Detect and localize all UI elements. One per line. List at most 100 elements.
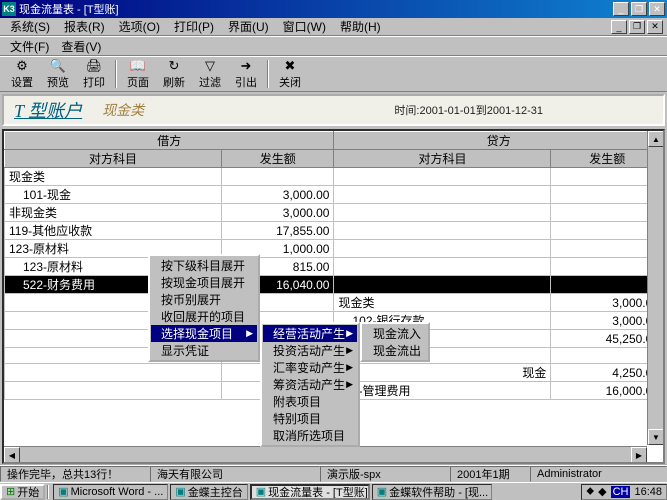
menu-report[interactable]: 报表(R)	[58, 17, 111, 36]
toolbar-刷新[interactable]: ↻刷新	[156, 57, 192, 91]
scroll-right-button[interactable]: ▶	[631, 447, 647, 463]
menu-item[interactable]: 筹资活动产生▶	[263, 376, 357, 393]
toolbar: ⚙设置🔍预览🖨打印📖页面↻刷新▽过滤➜引出✖关闭	[0, 56, 667, 92]
table-cell[interactable]	[5, 382, 222, 400]
page-subtitle: 现金类	[102, 100, 144, 120]
table-cell[interactable]	[334, 186, 551, 204]
menu-print[interactable]: 打印(P)	[168, 17, 220, 36]
关闭-icon: ✖	[280, 58, 300, 74]
system-tray[interactable]: ⬥ ◆ CH 16:48	[581, 484, 667, 500]
status-company: 海天有限公司	[150, 466, 320, 482]
menu-option[interactable]: 选项(O)	[113, 17, 166, 36]
menu-view[interactable]: 查看(V)	[55, 37, 107, 56]
toolbar-页面[interactable]: 📖页面	[120, 57, 156, 91]
status-msg: 操作完毕，总共13行！	[0, 466, 150, 482]
mdi-restore[interactable]: ❐	[629, 20, 645, 34]
submenu-arrow-icon: ▶	[346, 345, 353, 356]
taskbar-task[interactable]: ▣金蝶主控台	[170, 484, 247, 500]
start-label: 开始	[17, 484, 39, 500]
menu-item[interactable]: 按现金项目展开	[151, 274, 257, 291]
close-button[interactable]: ✕	[649, 2, 665, 16]
taskbar-task[interactable]: ▣现金流量表 - [T型账]	[250, 484, 370, 500]
menu-file[interactable]: 文件(F)	[4, 37, 55, 56]
table-cell[interactable]: 现金类	[334, 294, 551, 312]
设置-icon: ⚙	[12, 58, 32, 74]
restore-button[interactable]: ❐	[631, 2, 647, 16]
table-cell[interactable]	[334, 258, 551, 276]
table-cell[interactable]	[221, 168, 334, 186]
task-icon: ▣	[58, 485, 68, 498]
status-version: 演示版-spx	[320, 466, 450, 482]
table-cell[interactable]: 现金类	[5, 168, 222, 186]
task-label: Microsoft Word - ...	[71, 486, 164, 498]
submenu-arrow-icon: ▶	[346, 362, 353, 373]
taskbar: ⊞ 开始 ▣Microsoft Word - ...▣金蝶主控台▣现金流量表 -…	[0, 482, 667, 500]
toolbar-关闭[interactable]: ✖关闭	[272, 57, 308, 91]
task-label: 现金流量表 - [T型账]	[268, 484, 368, 500]
table-cell[interactable]: 101-现金	[5, 186, 222, 204]
toolbar-打印[interactable]: 🖨打印	[76, 57, 112, 91]
menu-item[interactable]: 经营活动产生▶	[263, 325, 357, 342]
menu-item[interactable]: 现金流出	[363, 342, 427, 359]
toolbar-过滤[interactable]: ▽过滤	[192, 57, 228, 91]
context-menu-sub[interactable]: 经营活动产生▶投资活动产生▶汇率变动产生▶筹资活动产生▶附表项目特别项目取消所选…	[260, 322, 360, 447]
table-cell[interactable]: 17,855.00	[221, 222, 334, 240]
menu-item[interactable]: 按下级科目展开	[151, 257, 257, 274]
table-cell[interactable]	[334, 222, 551, 240]
menu-item[interactable]: 收回展开的项目	[151, 308, 257, 325]
scroll-up-button[interactable]: ▲	[648, 131, 664, 147]
header-band: T 型账户 现金类 时间:2001-01-01到2001-12-31	[2, 94, 665, 126]
toolbar-label: 引出	[235, 74, 257, 90]
scrollbar-vertical[interactable]: ▲ ▼	[647, 131, 663, 445]
table-cell[interactable]	[334, 276, 551, 294]
table-cell[interactable]: 3,000.00	[221, 186, 334, 204]
submenu-arrow-icon: ▶	[346, 379, 353, 390]
过滤-icon: ▽	[200, 58, 220, 74]
scroll-left-button[interactable]: ◀	[4, 447, 20, 463]
table-cell[interactable]: 非现金类	[5, 204, 222, 222]
menu-item[interactable]: 选择现金项目▶	[151, 325, 257, 342]
task-label: 金蝶软件帮助 - [现...	[389, 484, 488, 500]
table-cell[interactable]: 521-管理费用	[334, 382, 551, 400]
menu-item[interactable]: 按币别展开	[151, 291, 257, 308]
menu-item[interactable]: 汇率变动产生▶	[263, 359, 357, 376]
toolbar-引出[interactable]: ➜引出	[228, 57, 264, 91]
toolbar-label: 刷新	[163, 74, 185, 90]
toolbar-预览[interactable]: 🔍预览	[40, 57, 76, 91]
mdi-controls: _ ❐ ✕	[611, 20, 663, 34]
mdi-minimize[interactable]: _	[611, 20, 627, 34]
menu-item[interactable]: 取消所选项目	[263, 427, 357, 444]
table-cell[interactable]: 3,000.00	[221, 204, 334, 222]
table-cell[interactable]: 现金	[334, 364, 551, 382]
ime-indicator[interactable]: CH	[611, 486, 631, 498]
taskbar-task[interactable]: ▣Microsoft Word - ...	[53, 484, 168, 500]
打印-icon: 🖨	[84, 58, 104, 74]
table-cell[interactable]	[334, 204, 551, 222]
menu-window[interactable]: 窗口(W)	[277, 17, 332, 36]
menu-item[interactable]: 投资活动产生▶	[263, 342, 357, 359]
menu-ui[interactable]: 界面(U)	[222, 17, 275, 36]
context-menu-main[interactable]: 按下级科目展开按现金项目展开按币别展开收回展开的项目选择现金项目▶显示凭证	[148, 254, 260, 362]
taskbar-task[interactable]: ▣金蝶软件帮助 - [现...	[372, 484, 492, 500]
table-cell[interactable]	[334, 240, 551, 258]
menu-item[interactable]: 特别项目	[263, 410, 357, 427]
submenu-arrow-icon: ▶	[346, 328, 353, 339]
period-text: 时间:2001-01-01到2001-12-31	[394, 102, 543, 118]
start-button[interactable]: ⊞ 开始	[0, 484, 45, 500]
scrollbar-horizontal[interactable]: ◀ ▶	[4, 446, 647, 462]
table-cell[interactable]: 119-其他应收款	[5, 222, 222, 240]
context-menu-sub2[interactable]: 现金流入现金流出	[360, 322, 430, 362]
table-cell[interactable]	[5, 364, 222, 382]
status-user: Administrator	[530, 466, 667, 482]
menu-item[interactable]: 现金流入	[363, 325, 427, 342]
scroll-down-button[interactable]: ▼	[648, 429, 664, 445]
table-cell[interactable]	[334, 168, 551, 186]
menu-system[interactable]: 系统(S)	[4, 17, 56, 36]
toolbar-设置[interactable]: ⚙设置	[4, 57, 40, 91]
clock: 16:48	[634, 486, 662, 498]
menu-help[interactable]: 帮助(H)	[334, 17, 387, 36]
menu-item[interactable]: 显示凭证	[151, 342, 257, 359]
mdi-close[interactable]: ✕	[647, 20, 663, 34]
minimize-button[interactable]: _	[613, 2, 629, 16]
menu-item[interactable]: 附表项目	[263, 393, 357, 410]
